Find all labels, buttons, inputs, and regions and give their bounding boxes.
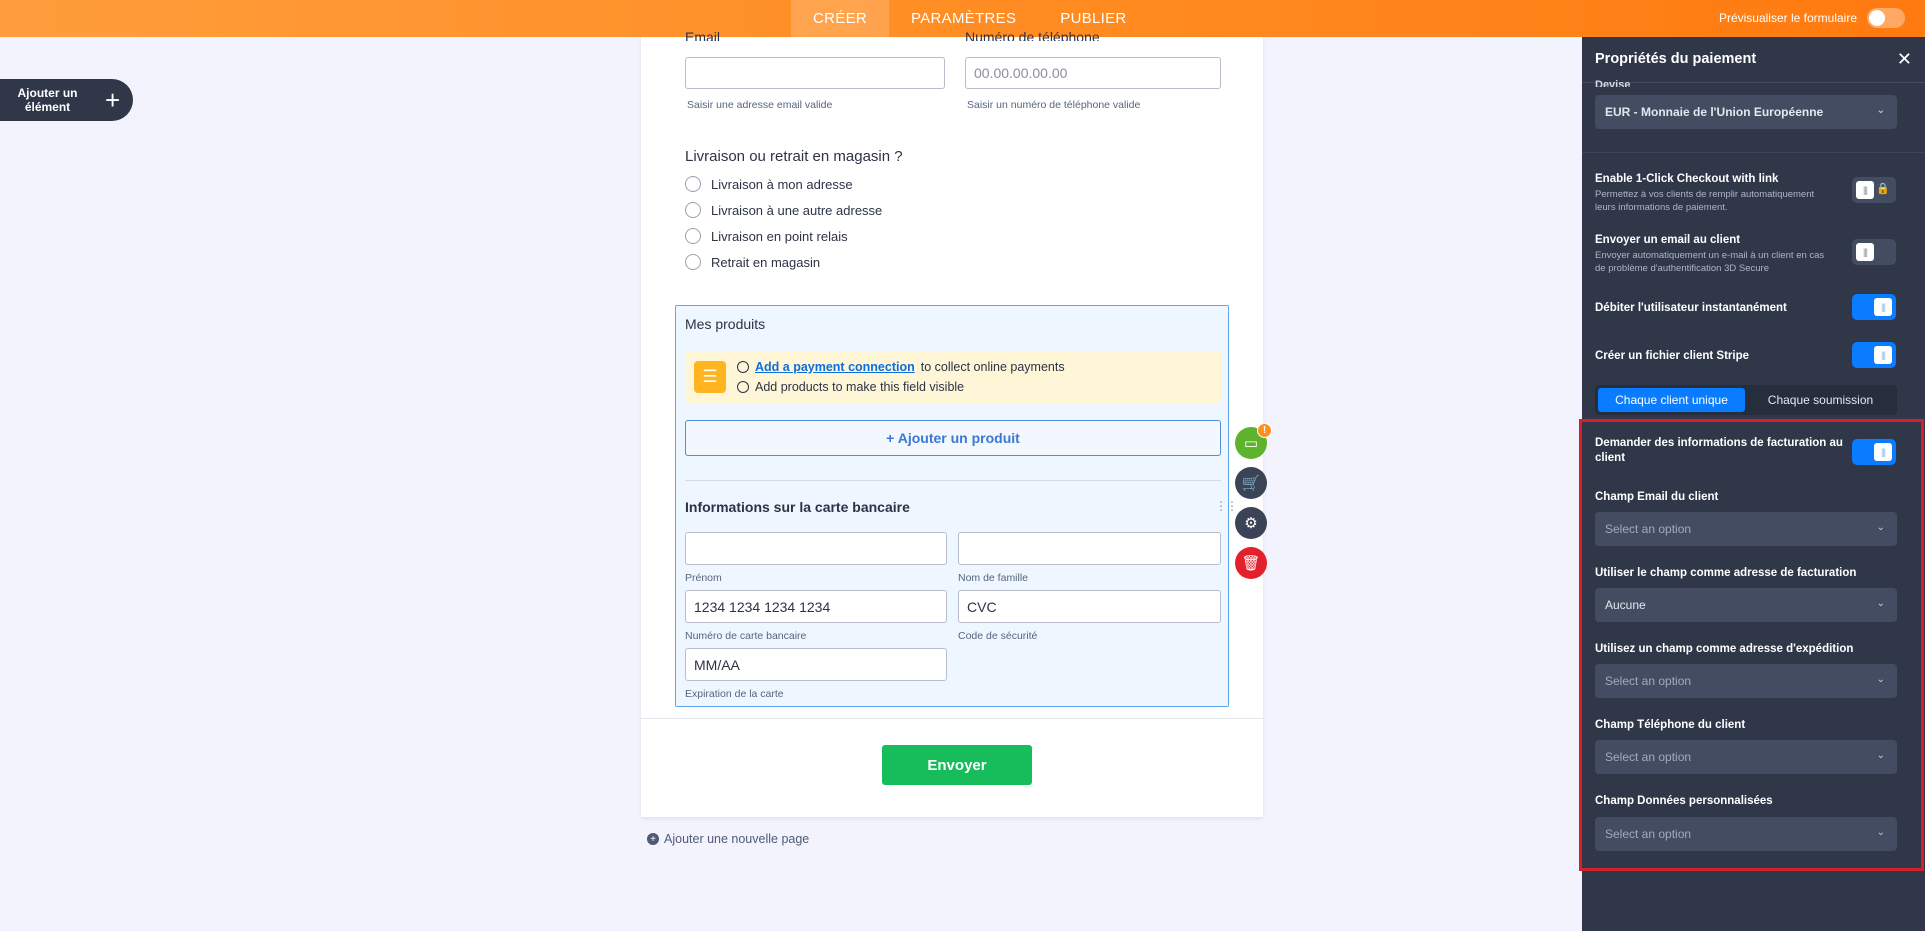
notice-line-connection: Add a payment connection to collect onli…	[737, 360, 1065, 374]
lock-icon: 🔒	[1876, 183, 1890, 195]
preview-label: Prévisualiser le formulaire	[1718, 11, 1857, 25]
toggle-knob: |||	[1856, 243, 1874, 261]
delivery-question: Livraison ou retrait en magasin ?	[685, 148, 903, 165]
radio-option-label: Livraison à une autre adresse	[711, 202, 883, 218]
divider	[685, 480, 1221, 481]
currency-label: Devise	[1595, 79, 1631, 87]
add-page-label: Ajouter une nouvelle page	[664, 832, 810, 846]
submit-button[interactable]: Envoyer	[882, 745, 1032, 785]
card-info-title: Informations sur la carte bancaire	[685, 499, 910, 515]
payment-field[interactable]: Mes produits ☰ Add a payment connection …	[675, 305, 1238, 707]
phone-input[interactable]: 00.00.00.00.00	[965, 57, 1221, 89]
close-icon[interactable]: ✕	[1897, 49, 1912, 70]
chevron-down-icon: ⌄	[1876, 105, 1885, 116]
notice-line2-text: Add products to make this field visible	[755, 380, 965, 394]
preview-form: Prévisualiser le formulaire	[1719, 8, 1905, 28]
email-sublabel: Saisir une adresse email valide	[687, 99, 833, 111]
checklist-icon: ☰	[694, 361, 726, 393]
stripe-customer-title: Créer un fichier client Stripe	[1595, 350, 1750, 362]
last-name-sublabel: Nom de famille	[958, 572, 1029, 584]
circle-icon	[737, 381, 749, 393]
radio-option[interactable]: Livraison à mon adresse	[685, 176, 853, 192]
email-client-toggle[interactable]: |||	[1852, 239, 1896, 265]
currency-value: EUR - Monnaie de l'Union Européenne	[1605, 105, 1824, 119]
panel-title: Propriétés du paiement	[1595, 51, 1757, 67]
radio-option-label: Livraison à mon adresse	[711, 176, 853, 192]
cvc-input[interactable]: CVC	[958, 590, 1221, 623]
radio-button[interactable]	[685, 176, 701, 192]
preview-toggle[interactable]	[1867, 8, 1905, 28]
radio-option[interactable]: Livraison à une autre adresse	[685, 202, 882, 218]
email-input[interactable]	[685, 57, 945, 89]
plus-circle-icon: +	[647, 833, 659, 845]
email-label: Email	[685, 29, 721, 41]
currency-select[interactable]: EUR - Monnaie de l'Union Européenne ⌄	[1595, 95, 1897, 129]
payment-notice: ☰ Add a payment connection to collect on…	[685, 351, 1221, 403]
toggle-knob: |||	[1874, 298, 1892, 316]
drag-handle-icon[interactable]: ⋮⋮	[1215, 499, 1238, 513]
phone-sublabel: Saisir un numéro de téléphone valide	[967, 99, 1141, 111]
email-client-desc: Envoyer automatiquement un e-mail à un c…	[1595, 250, 1825, 274]
segment-each-submission[interactable]: Chaque soumission	[1747, 388, 1894, 412]
radio-button[interactable]	[685, 228, 701, 244]
toggle-knob: |||	[1856, 181, 1874, 199]
add-page-link[interactable]: + Ajouter une nouvelle page	[647, 832, 809, 846]
add-element-label: Ajouter un élément	[17, 86, 78, 114]
circle-icon	[737, 361, 749, 373]
link-checkout-toggle[interactable]: ||| 🔒	[1852, 177, 1896, 203]
highlight-box	[1579, 419, 1924, 871]
gear-icon[interactable]: ⚙	[1235, 507, 1267, 539]
radio-button[interactable]	[685, 254, 701, 270]
add-payment-connection-link[interactable]: Add a payment connection	[755, 360, 915, 374]
divider	[641, 718, 1263, 719]
segment-each-client[interactable]: Chaque client unique	[1598, 388, 1745, 412]
cvc-sublabel: Code de sécurité	[958, 630, 1038, 642]
first-name-input[interactable]	[685, 532, 947, 565]
charge-instantly-toggle[interactable]: |||	[1852, 294, 1896, 320]
stripe-customer-mode: Chaque client unique Chaque soumission	[1595, 385, 1897, 415]
link-checkout-title: Enable 1-Click Checkout with link	[1595, 173, 1779, 185]
warning-badge: !	[1257, 423, 1272, 438]
add-product-button[interactable]: + Ajouter un produit	[685, 420, 1221, 456]
products-title: Mes produits	[685, 316, 766, 332]
email-client-title: Envoyer un email au client	[1595, 234, 1741, 246]
stripe-customer-toggle[interactable]: |||	[1852, 342, 1896, 368]
tab-creer[interactable]: CRÉER	[791, 0, 890, 37]
notice-line-products: Add products to make this field visible	[737, 380, 964, 394]
form-canvas: Email Saisir une adresse email valide Nu…	[641, 29, 1263, 817]
card-number-input[interactable]: 1234 1234 1234 1234	[685, 590, 947, 623]
expiry-sublabel: Expiration de la carte	[685, 688, 784, 700]
last-name-input[interactable]	[958, 532, 1221, 565]
radio-option-label: Retrait en magasin	[711, 254, 821, 270]
divider	[1582, 152, 1925, 153]
link-checkout-desc: Permettez à vos clients de remplir autom…	[1595, 189, 1815, 213]
panel-header: Propriétés du paiement ✕	[1582, 37, 1925, 83]
top-bar: CRÉER PARAMÈTRES PUBLIER Prévisualiser l…	[0, 0, 1925, 37]
cart-icon[interactable]: 🛒	[1235, 467, 1267, 499]
first-name-sublabel: Prénom	[685, 572, 722, 584]
notice-line1-text: to collect online payments	[920, 360, 1065, 374]
radio-button[interactable]	[685, 202, 701, 218]
add-element-button[interactable]: Ajouter un élément +	[0, 79, 133, 121]
card-number-sublabel: Numéro de carte bancaire	[685, 630, 807, 642]
charge-instantly-title: Débiter l'utilisateur instantanément	[1595, 302, 1787, 314]
radio-option[interactable]: Livraison en point relais	[685, 228, 848, 244]
expiry-input[interactable]: MM/AA	[685, 648, 947, 681]
radio-option-label: Livraison en point relais	[711, 228, 848, 244]
plus-icon: +	[105, 84, 121, 115]
radio-option[interactable]: Retrait en magasin	[685, 254, 820, 270]
trash-icon[interactable]: 🗑	[1235, 547, 1267, 579]
toggle-knob: |||	[1874, 346, 1892, 364]
phone-label: Numéro de téléphone	[965, 29, 1100, 41]
